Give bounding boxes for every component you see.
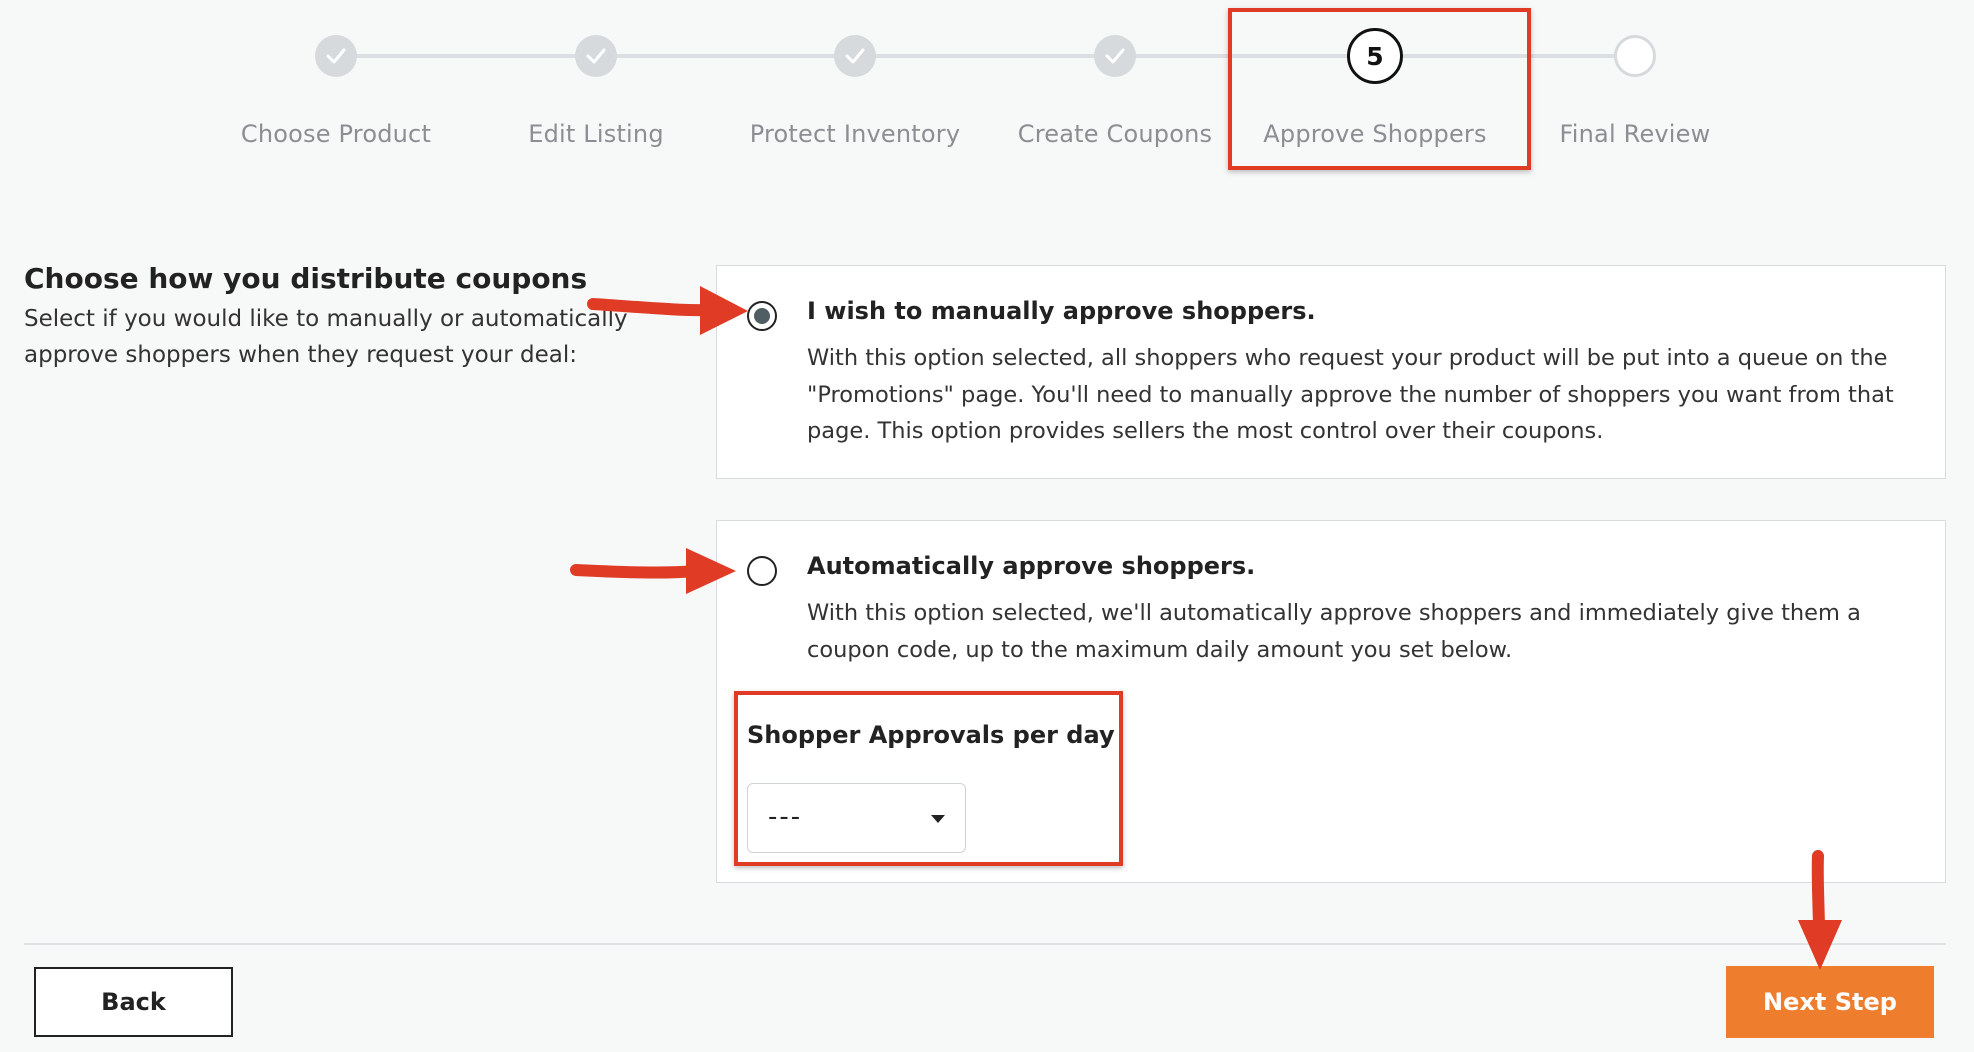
radio-selected-dot xyxy=(753,307,770,324)
arrow-to-automatic-radio-icon xyxy=(570,548,736,594)
step-4-check-icon xyxy=(1094,35,1136,77)
step-label-protect-inventory: Protect Inventory xyxy=(749,120,961,148)
step-3-check-icon xyxy=(834,35,876,77)
back-button[interactable]: Back xyxy=(34,967,233,1037)
footer-divider xyxy=(24,943,1946,945)
section-title: Choose how you distribute coupons xyxy=(24,262,588,295)
manual-approval-radio[interactable] xyxy=(747,301,777,331)
next-step-button[interactable]: Next Step xyxy=(1726,966,1934,1038)
automatic-approval-radio[interactable] xyxy=(747,556,777,586)
step-label-create-coupons: Create Coupons xyxy=(1017,120,1213,148)
step-1-check-icon xyxy=(315,35,357,77)
manual-approval-description: With this option selected, all shoppers … xyxy=(807,345,1894,444)
automatic-approval-title: Automatically approve shoppers. xyxy=(807,552,1256,580)
manual-approval-title: I wish to manually approve shoppers. xyxy=(807,297,1316,325)
step-label-final-review: Final Review xyxy=(1559,120,1711,148)
approvals-highlight-box xyxy=(734,691,1123,866)
progress-stepper: Choose Product Edit Listing Protect Inve… xyxy=(0,0,1974,180)
step-label-choose-product: Choose Product xyxy=(240,120,432,148)
step-2-check-icon xyxy=(575,35,617,77)
automatic-approval-description: With this option selected, we'll automat… xyxy=(807,600,1861,663)
manual-approval-card[interactable]: I wish to manually approve shoppers. Wit… xyxy=(716,265,1946,479)
step-label-edit-listing: Edit Listing xyxy=(528,120,664,148)
approve-shoppers-highlight-box xyxy=(1228,8,1531,170)
step-6-empty-indicator xyxy=(1614,35,1656,77)
section-description: Select if you would like to manually or … xyxy=(24,306,628,368)
distribution-intro: Choose how you distribute coupons Select… xyxy=(24,262,664,373)
